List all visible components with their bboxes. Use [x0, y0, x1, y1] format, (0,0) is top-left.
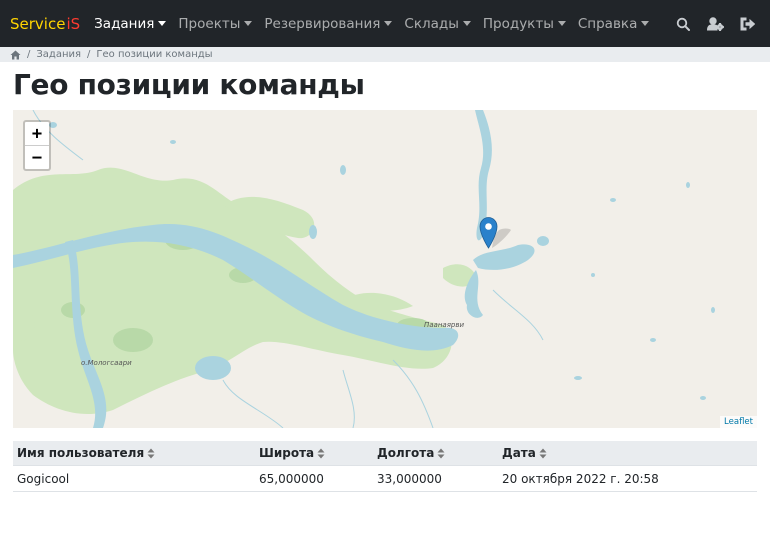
column-header-longitude-label: Долгота	[377, 446, 435, 460]
map-attribution-link[interactable]: Leaflet	[720, 416, 757, 428]
positions-table: Имя пользователя Широта Долгота Дата Gog…	[13, 441, 757, 492]
map-label-town: Паанаярви	[424, 321, 465, 329]
breadcrumb-tasks[interactable]: Задания	[36, 49, 81, 60]
menu-item-reservations[interactable]: Резервирования	[258, 16, 398, 32]
sort-icon[interactable]	[539, 448, 547, 459]
logout-icon[interactable]	[738, 15, 756, 33]
chevron-down-icon	[462, 21, 471, 26]
column-header-longitude[interactable]: Долгота	[373, 441, 498, 466]
menu-item-warehouses[interactable]: Склады	[398, 16, 476, 32]
menu-item-reservations-label: Резервирования	[264, 15, 381, 32]
main-menu: Задания Проекты Резервирования Склады Пр…	[88, 16, 655, 32]
brand-name: Service	[10, 14, 66, 33]
zoom-control: + −	[23, 120, 51, 171]
cell-longitude: 33,000000	[373, 465, 498, 492]
menu-item-help[interactable]: Справка	[572, 16, 655, 32]
zoom-out-button[interactable]: −	[25, 146, 49, 169]
map-tiles	[13, 110, 715, 428]
sort-icon[interactable]	[437, 448, 445, 459]
menu-item-tasks[interactable]: Задания	[88, 16, 172, 32]
cell-date: 20 октября 2022 г. 20:58	[498, 465, 757, 492]
column-header-latitude-label: Широта	[259, 446, 315, 460]
breadcrumb-separator: /	[87, 49, 91, 60]
breadcrumb: / Задания / Гео позиции команды	[0, 47, 770, 62]
brand-logo[interactable]: ServiceiS	[10, 15, 80, 33]
breadcrumb-current: Гео позиции команды	[96, 49, 213, 60]
brand-suffix: iS	[66, 14, 81, 33]
cell-username: Gogicool	[13, 465, 255, 492]
column-header-latitude[interactable]: Широта	[255, 441, 373, 466]
page-title: Гео позиции команды	[13, 68, 365, 101]
table-row: Gogicool 65,000000 33,000000 20 октября …	[13, 465, 757, 492]
user-settings-icon[interactable]	[706, 15, 724, 33]
breadcrumb-separator: /	[27, 49, 31, 60]
chevron-down-icon	[384, 21, 393, 26]
menu-item-projects[interactable]: Проекты	[172, 16, 258, 32]
navbar-actions	[674, 0, 756, 47]
column-header-date-label: Дата	[502, 446, 536, 460]
map[interactable]: Паанаярви о.Мологсаари + − Leaflet	[13, 110, 757, 428]
menu-item-products[interactable]: Продукты	[477, 16, 572, 32]
menu-item-tasks-label: Задания	[94, 15, 155, 32]
menu-item-products-label: Продукты	[482, 15, 554, 32]
menu-item-help-label: Справка	[577, 15, 638, 32]
chevron-down-icon	[641, 21, 650, 26]
chevron-down-icon	[557, 21, 566, 26]
column-header-date[interactable]: Дата	[498, 441, 757, 466]
cell-latitude: 65,000000	[255, 465, 373, 492]
table-header-row: Имя пользователя Широта Долгота Дата	[13, 441, 757, 466]
zoom-in-button[interactable]: +	[25, 122, 49, 146]
navbar: ServiceiS Задания Проекты Резервирования…	[0, 0, 770, 47]
sort-icon[interactable]	[147, 448, 155, 459]
sort-icon[interactable]	[317, 448, 325, 459]
home-icon[interactable]	[10, 49, 21, 60]
chevron-down-icon	[158, 21, 167, 26]
menu-item-projects-label: Проекты	[178, 15, 241, 32]
column-header-username-label: Имя пользователя	[17, 446, 145, 460]
chevron-down-icon	[244, 21, 253, 26]
column-header-username[interactable]: Имя пользователя	[13, 441, 255, 466]
location-marker-icon[interactable]	[479, 216, 511, 249]
search-icon[interactable]	[674, 15, 692, 33]
menu-item-warehouses-label: Склады	[404, 15, 459, 32]
map-label-village: о.Мологсаари	[81, 359, 132, 367]
